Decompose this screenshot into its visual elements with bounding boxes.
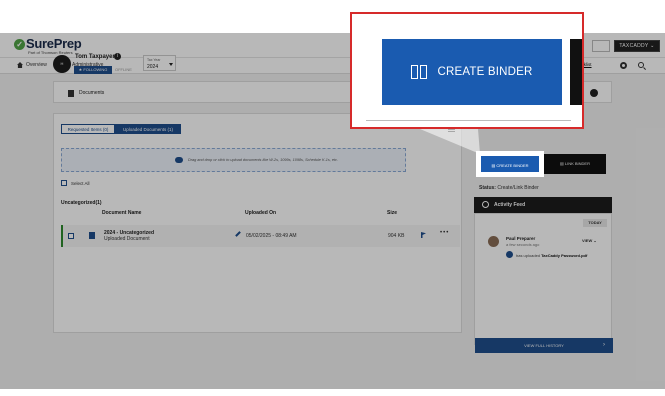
flag-icon[interactable] [421, 232, 426, 238]
client-name: Tom Taxpayer [75, 54, 115, 60]
zoom-callout: CREATE BINDER [350, 12, 584, 129]
tax-year-label: Tax Year [147, 58, 161, 62]
header-document-name: Document Name [102, 210, 142, 216]
header-chip[interactable] [592, 40, 610, 52]
header-uploaded-on: Uploaded On [245, 210, 277, 216]
client-avatar: H [53, 55, 71, 73]
tab-requested-items[interactable]: Requested Items (0) [61, 124, 115, 134]
more-options-icon[interactable]: ••• [440, 230, 449, 236]
activity-feed-title: Activity Feed [494, 202, 526, 208]
binder-icon [411, 65, 428, 79]
clock-icon [482, 201, 489, 208]
screen: ✓ SurePrep Part of Thomson Reuters TAXCAD… [0, 0, 665, 396]
link-binder-button[interactable]: ▤ LINK BINDER [544, 154, 606, 174]
row-checkbox[interactable] [68, 233, 74, 239]
following-badge[interactable]: ★ FOLLOWING [74, 66, 112, 74]
header-size: Size [387, 210, 398, 216]
gear-icon[interactable] [620, 62, 627, 69]
activity-feed: TODAY Paul Preparer a few seconds ago VI… [474, 213, 613, 353]
file-size: 904 KB [388, 233, 405, 239]
select-all-label: Select All [71, 181, 90, 186]
table-row[interactable]: 2024 - Uncategorized Uploaded Document 0… [61, 225, 460, 247]
documents-label: Documents [79, 90, 105, 96]
view-full-history-button[interactable]: VIEW FULL HISTORY › [475, 338, 613, 353]
zoomed-create-binder-label: CREATE BINDER [437, 66, 533, 78]
tax-year-value: 2024 [147, 64, 159, 70]
info-icon[interactable]: i [114, 53, 121, 60]
nav-overview[interactable]: Overview [17, 62, 47, 68]
tab-uploaded-documents[interactable]: Uploaded Documents (1) [115, 124, 181, 134]
upload-cloud-icon [175, 157, 183, 163]
file-icon [89, 232, 95, 239]
zoomed-divider [366, 120, 571, 121]
file-icon [506, 251, 513, 258]
zoomed-link-binder-edge [570, 39, 582, 105]
binder-icon: ▤ [491, 163, 496, 168]
group-title: Uncategorized(1) [61, 200, 102, 206]
chevron-down-icon [169, 63, 173, 66]
today-badge: TODAY [583, 219, 607, 227]
chevron-right-icon: › [603, 342, 605, 348]
upload-dropzone[interactable]: Drag and drop or click to upload documen… [61, 148, 406, 172]
activity-time: a few seconds ago [506, 242, 540, 247]
documents-icon [68, 90, 74, 97]
collapse-icon[interactable] [590, 89, 598, 97]
documents-panel: Requested Items (0) Uploaded Documents (… [53, 113, 462, 333]
activity-text: has uploaded TaxCaddy Password.pdf [516, 253, 588, 258]
view-link[interactable]: VIEW ⌄ [582, 238, 597, 243]
select-all-checkbox[interactable] [61, 180, 67, 186]
avatar [488, 236, 499, 247]
home-icon [17, 62, 23, 68]
sureprep-logo: ✓ SurePrep Part of Thomson Reuters [14, 36, 82, 55]
document-subtitle: Uploaded Document [104, 236, 150, 242]
check-icon: ✓ [14, 39, 25, 50]
activity-author: Paul Preparer [506, 236, 536, 241]
tax-year-select[interactable]: Tax Year 2024 [143, 55, 176, 71]
brand-name: SurePrep [26, 36, 82, 51]
uploaded-date: 05/02/2025 - 08:49 AM [246, 233, 297, 239]
activity-feed-header: Activity Feed [474, 197, 612, 213]
zoomed-create-binder-button[interactable]: CREATE BINDER [382, 39, 562, 105]
dropzone-text: Drag and drop or click to upload documen… [188, 158, 338, 162]
binder-status: Status: Create/Link Binder [479, 185, 539, 191]
search-icon[interactable] [638, 62, 644, 68]
create-binder-button[interactable]: ▤ CREATE BINDER [476, 151, 544, 177]
taxcaddy-button[interactable]: TAXCADDY ⌄ [614, 40, 660, 52]
offline-label: OFFLINE [115, 67, 132, 72]
pencil-icon[interactable] [235, 231, 241, 237]
